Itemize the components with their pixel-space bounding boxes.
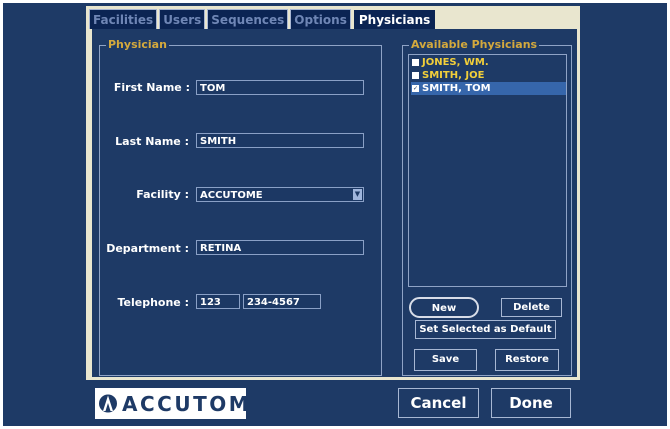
telephone-label: Telephone : [117, 296, 189, 309]
tab-options[interactable]: Options [290, 9, 351, 29]
tab-bar: Facilities Users Sequences Options Physi… [89, 9, 438, 29]
physician-group-legend: Physician [106, 38, 169, 52]
list-item-label: SMITH, JOE [422, 70, 485, 81]
save-button[interactable]: Save [414, 349, 477, 371]
tab-physicians[interactable]: Physicians [352, 9, 437, 29]
list-item[interactable]: SMITH, JOE [411, 69, 566, 82]
tab-facilities[interactable]: Facilities [89, 9, 158, 29]
set-default-button[interactable]: Set Selected as Default [415, 320, 556, 339]
logo-text: ACCUTOME [122, 392, 246, 416]
chevron-down-icon[interactable]: ▼ [353, 189, 362, 200]
department-label: Department : [106, 242, 189, 255]
tab-sequences[interactable]: Sequences [207, 9, 289, 29]
tab-users[interactable]: Users [159, 9, 206, 29]
last-name-field[interactable]: SMITH [196, 133, 364, 148]
available-physicians-list[interactable]: JONES, WM. SMITH, JOE ✓ SMITH, TOM [408, 54, 567, 287]
done-button[interactable]: Done [491, 388, 571, 418]
restore-button[interactable]: Restore [495, 349, 559, 371]
list-item-label: SMITH, TOM [422, 83, 491, 94]
facility-value: ACCUTOME [200, 190, 263, 201]
delete-button[interactable]: Delete [501, 298, 562, 317]
cancel-button[interactable]: Cancel [398, 388, 479, 418]
telephone-number-field[interactable]: 234-4567 [243, 294, 321, 309]
facility-label: Facility : [136, 188, 189, 201]
first-name-field[interactable]: TOM [196, 80, 364, 95]
last-name-label: Last Name : [115, 135, 189, 148]
telephone-area-code-field[interactable]: 123 [196, 294, 240, 309]
list-item-selected[interactable]: ✓ SMITH, TOM [411, 82, 566, 95]
checkbox-icon[interactable] [412, 71, 419, 79]
available-physicians-legend: Available Physicians [409, 38, 540, 52]
checkbox-icon[interactable] [412, 58, 419, 66]
accutome-logo: ACCUTOME [95, 388, 265, 419]
new-button[interactable]: New [409, 297, 479, 318]
list-item-label: JONES, WM. [422, 57, 489, 68]
department-field[interactable]: RETINA [196, 240, 364, 255]
facility-select[interactable]: ACCUTOME ▼ [196, 187, 364, 202]
list-item[interactable]: JONES, WM. [411, 56, 566, 69]
checkbox-checked-icon[interactable]: ✓ [412, 84, 419, 92]
accutome-logo-icon: ACCUTOME [99, 392, 265, 416]
first-name-label: First Name : [113, 81, 190, 94]
